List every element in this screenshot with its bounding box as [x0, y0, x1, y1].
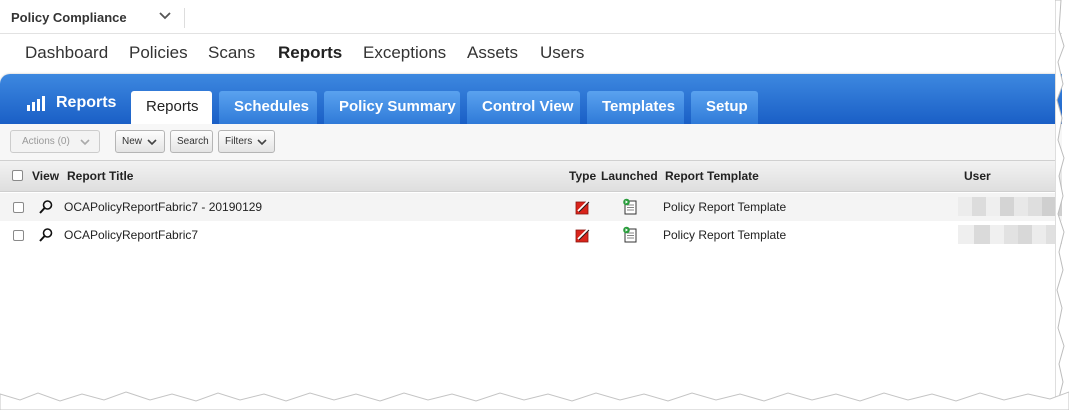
nav-exceptions[interactable]: Exceptions — [363, 43, 446, 63]
reports-logo: Reports — [26, 93, 116, 113]
table-row[interactable]: OCAPolicyReportFabric7 - 20190129 Policy… — [0, 193, 1062, 221]
report-title[interactable]: OCAPolicyReportFabric7 - 20190129 — [64, 200, 262, 214]
nav-dashboard[interactable]: Dashboard — [25, 43, 108, 63]
report-template: Policy Report Template — [663, 200, 787, 214]
pdf-report-icon — [575, 227, 591, 248]
row-checkbox[interactable] — [13, 230, 24, 241]
search-button[interactable]: Search — [170, 130, 213, 153]
user-redacted — [958, 225, 1062, 244]
tab-policy-summary[interactable]: Policy Summary — [324, 91, 460, 124]
search-label: Search — [177, 136, 209, 147]
divider — [184, 8, 185, 28]
page: Policy Compliance Dashboard Policies Sca… — [0, 0, 1062, 402]
chevron-down-icon — [147, 138, 157, 145]
tab-control-view[interactable]: Control View — [467, 91, 580, 124]
new-label: New — [122, 136, 143, 147]
actions-label: Actions (0) — [22, 136, 70, 147]
torn-edge-bottom — [0, 391, 1069, 410]
reports-logo-label: Reports — [56, 94, 117, 111]
column-type[interactable]: Type — [569, 169, 596, 183]
reports-panel: Reports Reports Schedules Policy Summary… — [0, 74, 1062, 402]
user-redacted — [958, 197, 1062, 216]
tab-templates[interactable]: Templates — [587, 91, 684, 124]
table-header: View Report Title Type Launched Report T… — [0, 160, 1062, 192]
chevron-down-icon — [257, 138, 267, 145]
select-all-checkbox[interactable] — [12, 170, 23, 181]
column-report-title[interactable]: Report Title — [67, 169, 133, 183]
nav-policies[interactable]: Policies — [129, 43, 188, 63]
column-view[interactable]: View — [32, 169, 59, 183]
column-launched[interactable]: Launched — [601, 169, 658, 183]
tab-schedules[interactable]: Schedules — [219, 91, 317, 124]
magnifier-view-icon[interactable] — [38, 199, 54, 220]
tab-setup[interactable]: Setup — [691, 91, 758, 124]
module-switcher-chevron-icon[interactable] — [158, 9, 172, 23]
magnifier-view-icon[interactable] — [38, 227, 54, 248]
report-template: Policy Report Template — [663, 228, 787, 242]
launched-document-icon[interactable] — [622, 226, 638, 248]
chevron-down-icon — [80, 138, 90, 145]
filters-label: Filters — [225, 136, 253, 147]
pdf-report-icon — [575, 199, 591, 220]
nav-scans[interactable]: Scans — [208, 43, 255, 63]
new-dropdown[interactable]: New — [115, 130, 165, 153]
filters-dropdown[interactable]: Filters — [218, 130, 275, 153]
nav-assets[interactable]: Assets — [467, 43, 518, 63]
bar-chart-icon — [27, 96, 45, 111]
column-user[interactable]: User — [964, 169, 991, 183]
row-checkbox[interactable] — [13, 202, 24, 213]
table-row[interactable]: OCAPolicyReportFabric7 Policy Report Tem… — [0, 221, 1062, 249]
actions-dropdown[interactable]: Actions (0) — [10, 130, 100, 153]
toolbar: Actions (0) New Search Filters — [0, 124, 1062, 160]
launched-document-icon[interactable] — [622, 198, 638, 220]
module-bar: Policy Compliance — [0, 0, 1062, 34]
nav-users[interactable]: Users — [540, 43, 584, 63]
report-title[interactable]: OCAPolicyReportFabric7 — [64, 228, 198, 242]
nav-reports[interactable]: Reports — [278, 43, 342, 63]
tab-band: Reports Reports Schedules Policy Summary… — [0, 74, 1062, 124]
column-report-template[interactable]: Report Template — [665, 169, 759, 183]
torn-edge-right — [1055, 0, 1065, 410]
module-title: Policy Compliance — [11, 10, 127, 25]
tab-reports[interactable]: Reports — [131, 91, 212, 124]
main-nav: Dashboard Policies Scans Reports Excepti… — [0, 34, 1062, 72]
